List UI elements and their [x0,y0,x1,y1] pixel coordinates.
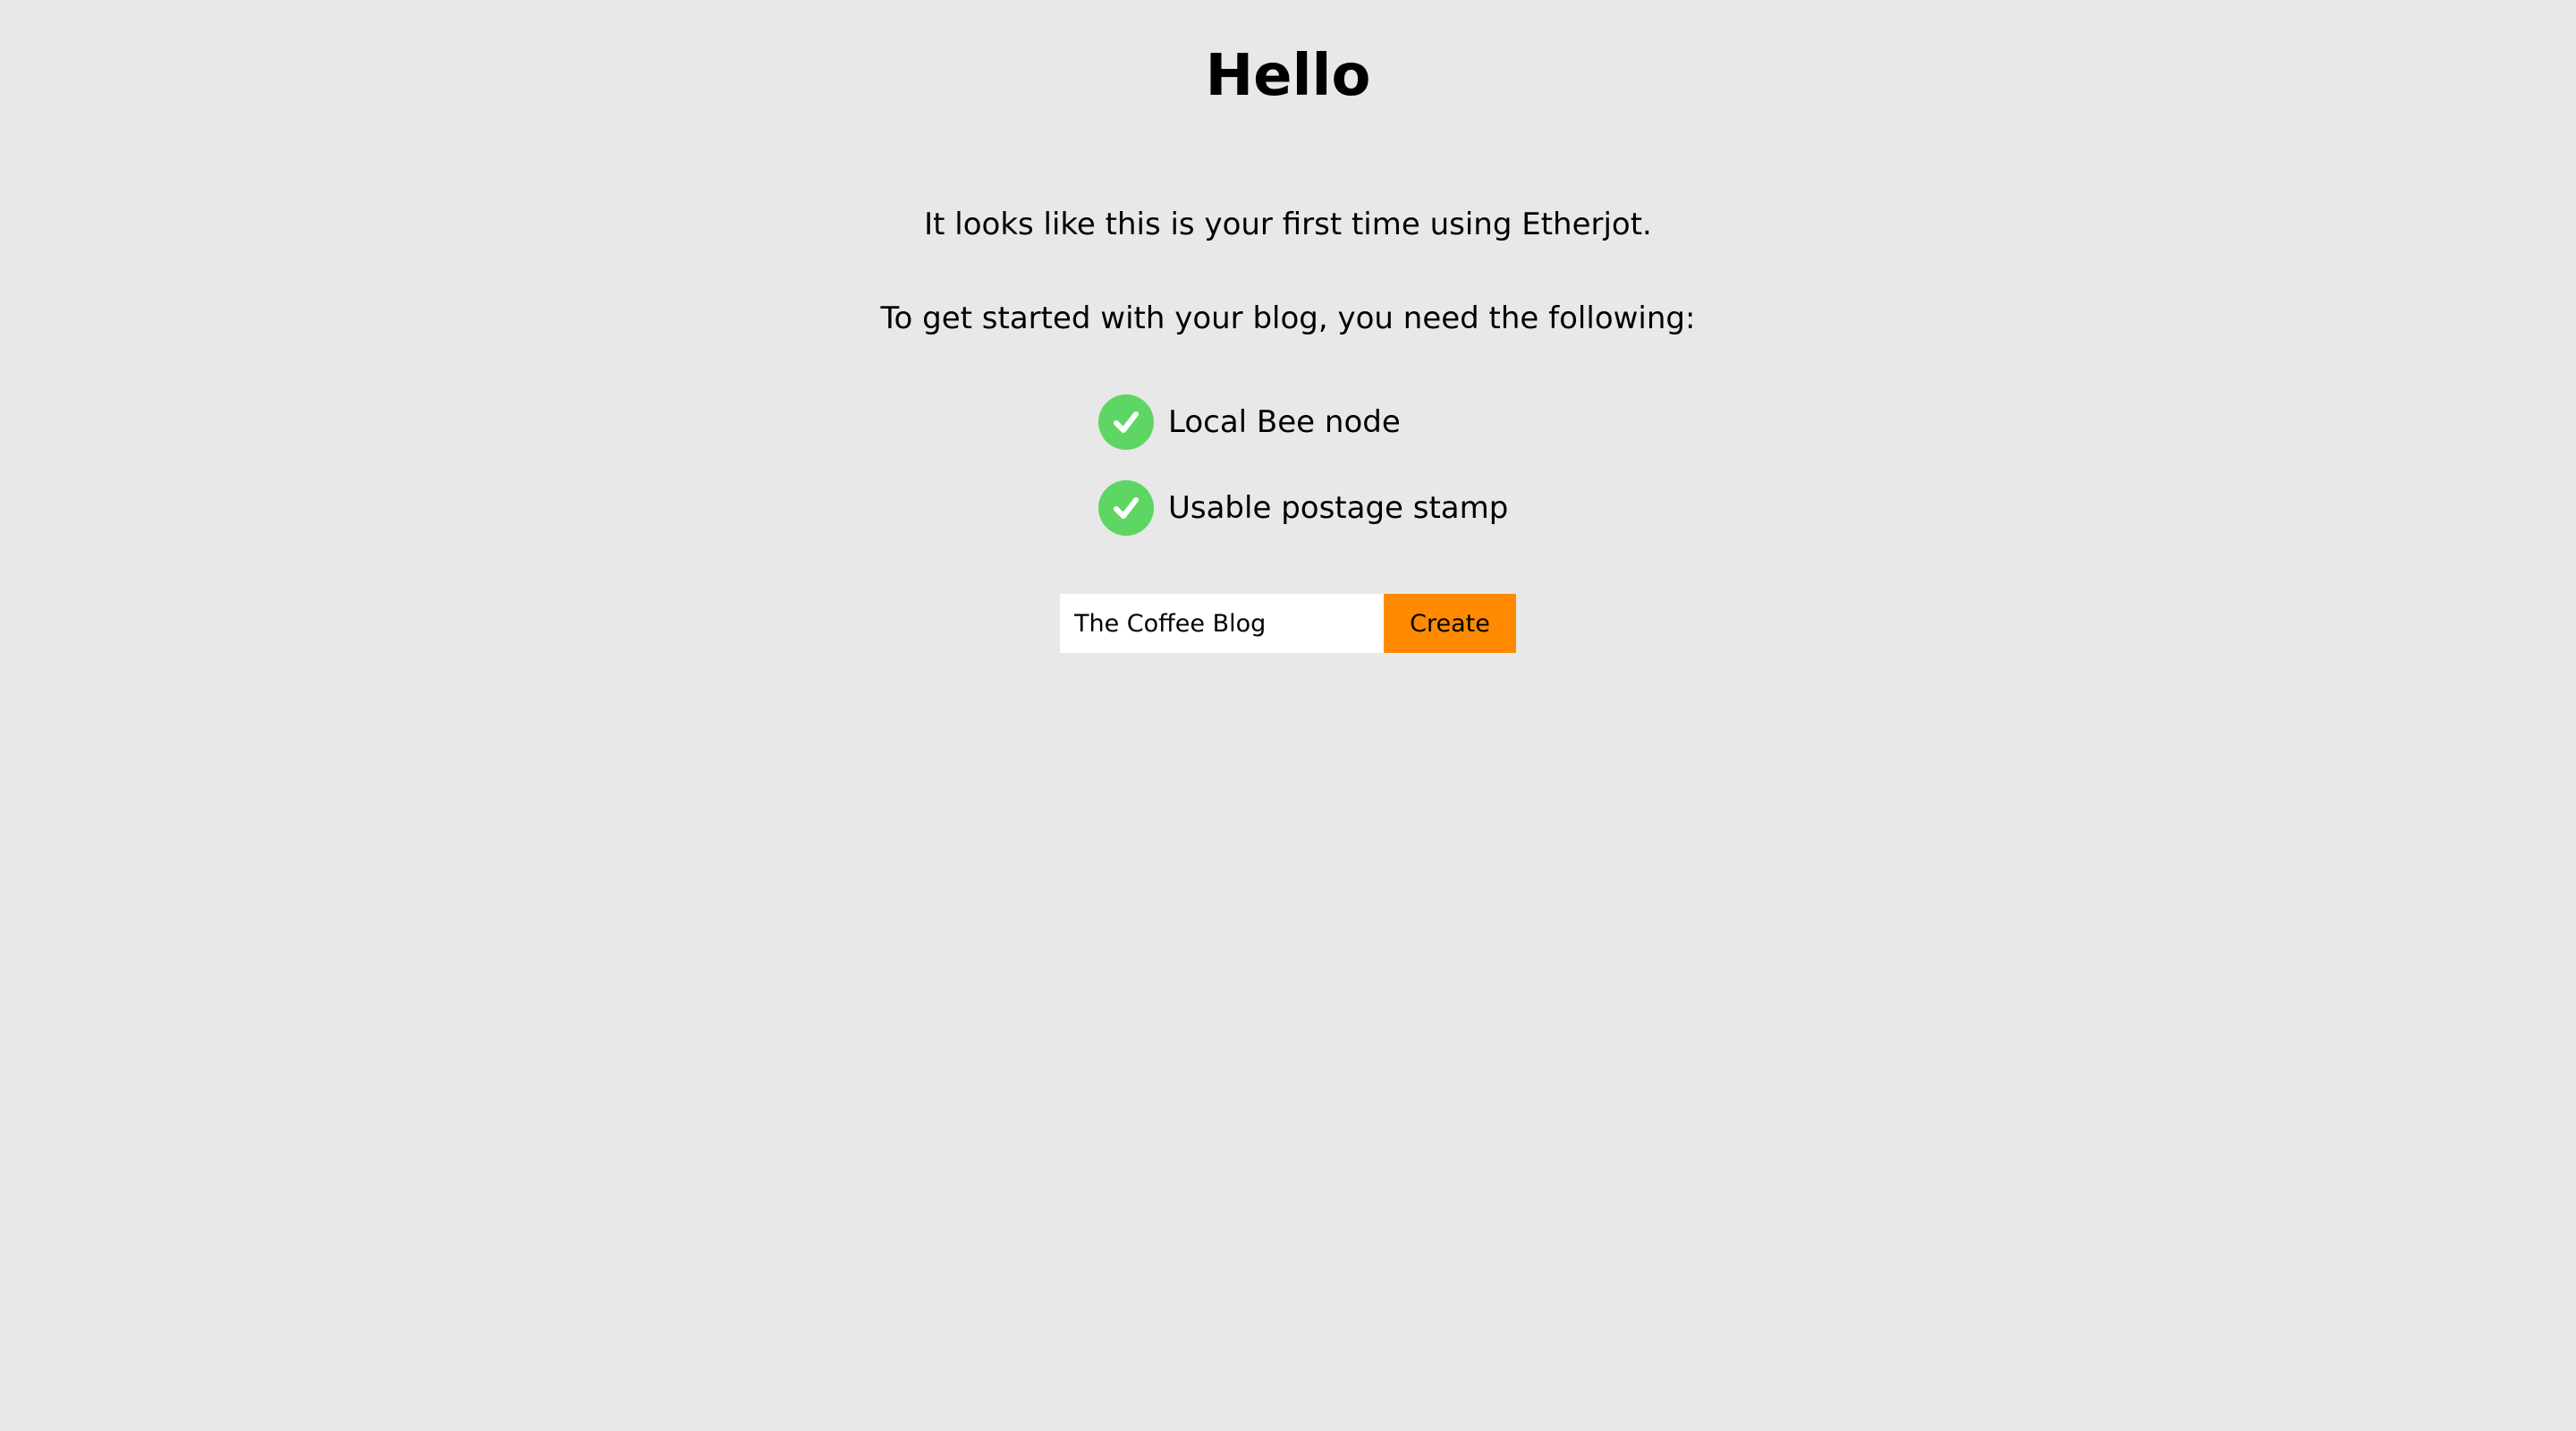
create-button[interactable]: Create [1384,594,1516,653]
requirement-item-postage-stamp: Usable postage stamp [1098,479,1508,537]
page-title: Hello [1205,43,1371,109]
requirement-label: Local Bee node [1168,404,1401,440]
check-circle-icon [1098,480,1154,536]
onboarding-page: Hello It looks like this is your first t… [0,0,2576,1431]
create-blog-form: Create [1060,594,1516,653]
check-circle-icon [1098,394,1154,450]
blog-name-input[interactable] [1060,594,1384,653]
requirements-intro-text: To get started with your blog, you need … [880,301,1696,336]
requirement-item-bee-node: Local Bee node [1098,394,1401,451]
intro-text: It looks like this is your first time us… [924,207,1652,242]
requirement-label: Usable postage stamp [1168,490,1509,526]
